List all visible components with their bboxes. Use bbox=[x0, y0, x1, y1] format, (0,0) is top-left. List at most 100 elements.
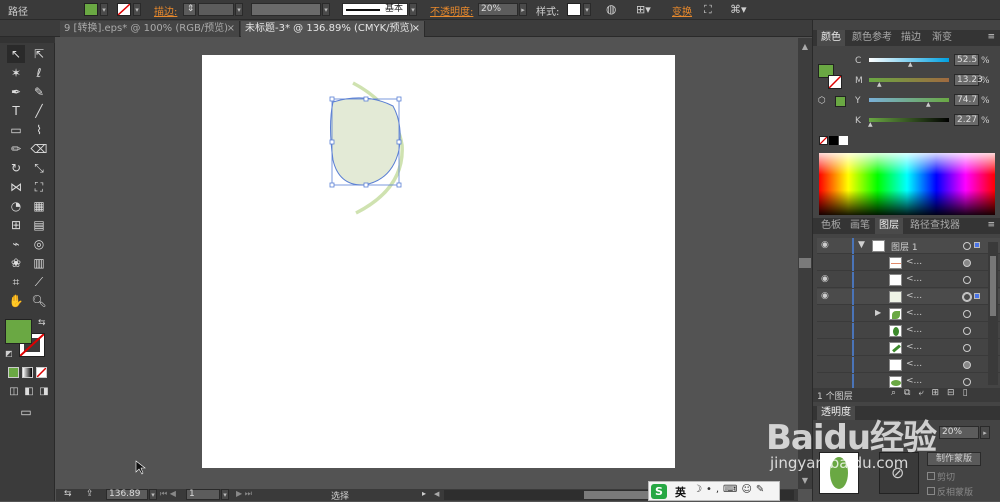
page-dropdown[interactable]: ▾ bbox=[221, 489, 229, 500]
target-icon[interactable] bbox=[963, 259, 971, 267]
black-color-chip[interactable] bbox=[829, 136, 838, 145]
gamut-swatch[interactable] bbox=[835, 96, 846, 107]
selection-indicator[interactable] bbox=[974, 242, 980, 248]
sublayer-thumbnail bbox=[889, 325, 902, 337]
c-slider-thumb[interactable]: ▲ bbox=[908, 61, 913, 68]
layer-actions-icons[interactable]: ⌕⧉⤶⊞⊟▯ bbox=[891, 388, 976, 398]
sublayer-row-selected[interactable]: ◉ <... bbox=[817, 289, 1000, 305]
sublayer-thumbnail bbox=[889, 359, 902, 371]
panel-menu-icon[interactable]: ≡ bbox=[987, 32, 995, 42]
eye-icon[interactable]: ◉ bbox=[821, 274, 835, 286]
sublayer-thumbnail bbox=[889, 308, 902, 320]
next-page-icon[interactable]: ▶ ⏭ bbox=[236, 489, 252, 499]
tab-color[interactable]: 颜色 bbox=[817, 30, 845, 46]
sublayer-name[interactable]: <... bbox=[906, 359, 922, 369]
tab-swatches[interactable]: 色板 bbox=[817, 218, 845, 234]
eye-icon[interactable]: ◉ bbox=[821, 291, 835, 303]
hscroll-thumb[interactable] bbox=[584, 491, 654, 499]
target-icon[interactable] bbox=[963, 310, 971, 318]
sublayer-name[interactable]: <... bbox=[906, 308, 922, 318]
sublayer-name[interactable]: <... bbox=[906, 274, 922, 284]
sublayer-row[interactable]: <... bbox=[817, 340, 1000, 356]
zoom-dropdown[interactable]: ▾ bbox=[149, 489, 157, 500]
sublayer-row[interactable]: ◉ <... bbox=[817, 272, 1000, 288]
k-slider[interactable] bbox=[869, 118, 949, 122]
transparency-opacity-dropdown[interactable]: ▸ bbox=[980, 426, 990, 439]
sublayer-name[interactable]: <... bbox=[906, 257, 922, 267]
layer-row-main[interactable]: ◉ ▼ 图层 1 bbox=[817, 238, 1000, 254]
panel-stroke-swatch[interactable] bbox=[828, 75, 842, 89]
make-mask-button[interactable]: 制作蒙版 bbox=[927, 452, 981, 466]
white-color-chip[interactable] bbox=[839, 136, 848, 145]
k-value-input[interactable]: 2.27 bbox=[954, 114, 979, 126]
tab-stroke[interactable]: 描边 bbox=[897, 30, 925, 46]
expand-icon[interactable]: ▶ bbox=[875, 308, 881, 317]
object-thumbnail[interactable] bbox=[819, 452, 859, 494]
k-pct: % bbox=[981, 116, 990, 126]
layers-scrollbar[interactable] bbox=[988, 242, 998, 385]
invert-mask-checkbox[interactable] bbox=[927, 487, 935, 495]
none-color-chip[interactable] bbox=[819, 136, 828, 145]
y-slider[interactable] bbox=[869, 98, 949, 102]
ime-tool-icons[interactable]: ☽•,⌨☺✎ bbox=[693, 484, 768, 495]
c-value-input[interactable]: 52.5 bbox=[954, 54, 979, 66]
selection-indicator[interactable] bbox=[974, 293, 980, 299]
status-arrow-icon[interactable]: ▸ bbox=[422, 489, 426, 498]
zoom-input[interactable]: 136.89 bbox=[106, 489, 148, 500]
sublayer-thumbnail bbox=[889, 274, 902, 286]
layers-scroll-thumb[interactable] bbox=[990, 256, 996, 316]
layer-name[interactable]: 图层 1 bbox=[891, 240, 918, 253]
tab-transparency[interactable]: 透明度 bbox=[817, 406, 855, 420]
m-value-input[interactable]: 13.23 bbox=[954, 74, 983, 86]
y-value-input[interactable]: 74.7 bbox=[954, 94, 979, 106]
ime-language[interactable]: 英 bbox=[675, 484, 686, 500]
transparency-opacity-input[interactable]: 20% bbox=[939, 426, 979, 439]
target-icon[interactable] bbox=[963, 344, 971, 352]
status-icon[interactable]: ⇆ bbox=[64, 489, 72, 499]
mouse-cursor-icon bbox=[135, 460, 146, 475]
target-icon[interactable] bbox=[963, 276, 971, 284]
share-icon[interactable]: ⇪ bbox=[86, 489, 94, 499]
sublayer-name[interactable]: <... bbox=[906, 291, 922, 301]
target-icon[interactable] bbox=[963, 361, 971, 369]
tab-gradient[interactable]: 渐变 bbox=[928, 30, 956, 46]
page-input[interactable]: 1 bbox=[186, 489, 220, 500]
y-slider-thumb[interactable]: ▲ bbox=[926, 101, 931, 108]
out-of-gamut-icon[interactable]: ⬡ bbox=[818, 96, 826, 106]
sublayer-name[interactable]: <... bbox=[906, 376, 922, 386]
selected-leaf-shape[interactable] bbox=[330, 97, 401, 186]
color-spectrum[interactable] bbox=[819, 153, 995, 215]
layers-menu-icon[interactable]: ≡ bbox=[987, 220, 995, 230]
fill-swatch-front[interactable] bbox=[5, 319, 32, 344]
target-icon[interactable] bbox=[963, 242, 971, 250]
hscroll-left-icon[interactable]: ◀ bbox=[434, 490, 442, 500]
sogou-logo-icon[interactable]: S bbox=[651, 484, 667, 499]
first-page-icon[interactable]: ⏮ ◀ bbox=[160, 489, 176, 499]
m-slider-thumb[interactable]: ▲ bbox=[877, 81, 882, 88]
tab-layers[interactable]: 图层 bbox=[875, 218, 903, 234]
target-icon[interactable] bbox=[963, 293, 971, 301]
sublayer-row[interactable]: <... bbox=[817, 255, 1000, 271]
sublayer-row[interactable]: <... bbox=[817, 357, 1000, 373]
scroll-thumb[interactable] bbox=[799, 258, 811, 268]
sublayer-row[interactable]: <... bbox=[817, 323, 1000, 339]
tab-pathfinder[interactable]: 路径查找器 bbox=[906, 218, 964, 234]
status-tool: 选择 bbox=[331, 492, 350, 502]
mask-thumbnail[interactable]: ⊘ bbox=[879, 452, 919, 494]
sublayer-name[interactable]: <... bbox=[906, 342, 922, 352]
tab-color-guide[interactable]: 颜色参考 bbox=[848, 30, 896, 46]
sublayer-row[interactable]: ▶ <... bbox=[817, 306, 1000, 322]
target-icon[interactable] bbox=[963, 327, 971, 335]
sublayer-name[interactable]: <... bbox=[906, 325, 922, 335]
k-slider-thumb[interactable]: ▲ bbox=[868, 121, 873, 128]
vertical-scrollbar[interactable]: ▲ ▼ bbox=[798, 38, 812, 489]
target-icon[interactable] bbox=[963, 378, 971, 386]
layer-color-bar bbox=[852, 340, 854, 356]
clip-checkbox[interactable] bbox=[927, 472, 935, 480]
scroll-up-icon[interactable]: ▲ bbox=[799, 42, 811, 52]
scroll-down-icon[interactable]: ▼ bbox=[799, 476, 811, 486]
expand-icon[interactable]: ▼ bbox=[858, 240, 865, 250]
layer-color-bar bbox=[852, 289, 854, 305]
eye-icon[interactable]: ◉ bbox=[821, 240, 835, 252]
tab-brushes[interactable]: 画笔 bbox=[846, 218, 874, 234]
